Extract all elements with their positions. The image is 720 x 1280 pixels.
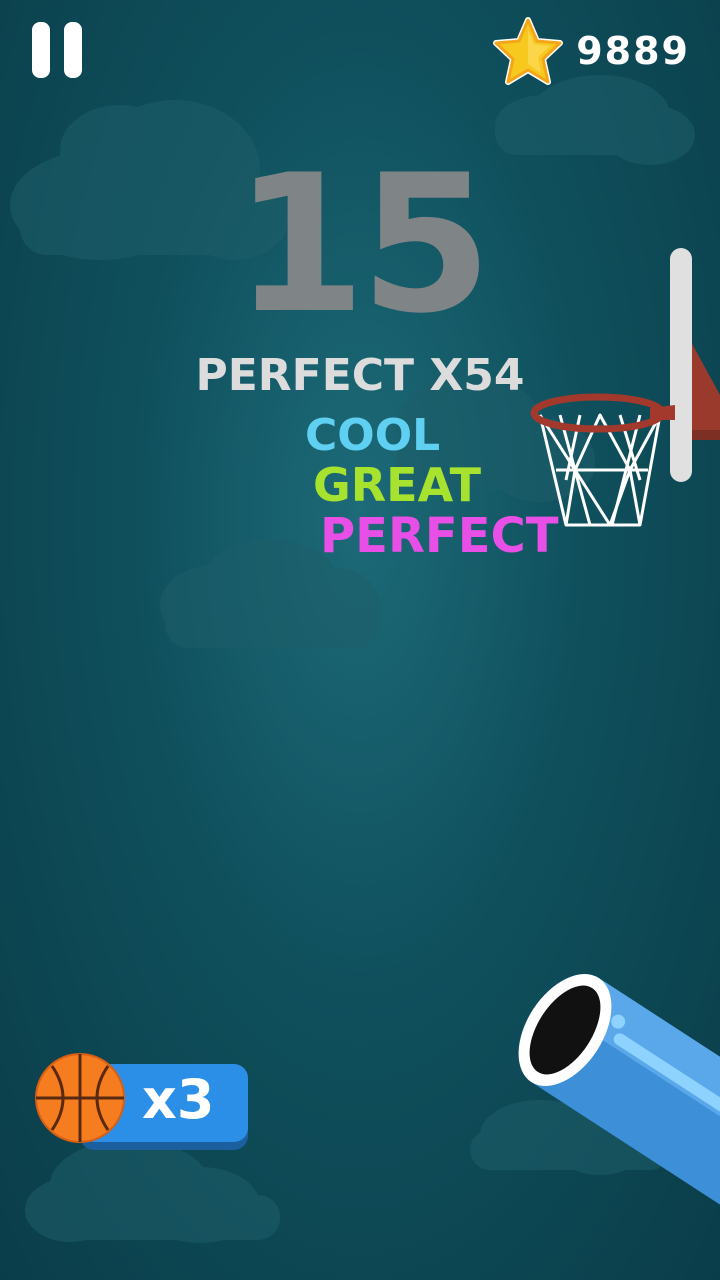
pause-bar-left [32, 22, 50, 78]
rating-cool: COOL [305, 410, 441, 461]
rating-perfect: PERFECT [320, 508, 559, 564]
pause-button[interactable] [32, 22, 84, 78]
balls-remaining: x3 [34, 1052, 248, 1144]
coin-count: 9889 [576, 29, 690, 73]
score: 15 [233, 134, 492, 355]
perfect-streak: PERFECT X54 [195, 350, 525, 401]
coin-counter: 9889 [492, 16, 690, 86]
balls-remaining-count: x3 [142, 1068, 215, 1131]
rating-great: GREAT [313, 458, 482, 512]
basketball-icon [35, 1053, 125, 1143]
star-icon [493, 17, 564, 85]
pause-bar-right [64, 22, 82, 78]
